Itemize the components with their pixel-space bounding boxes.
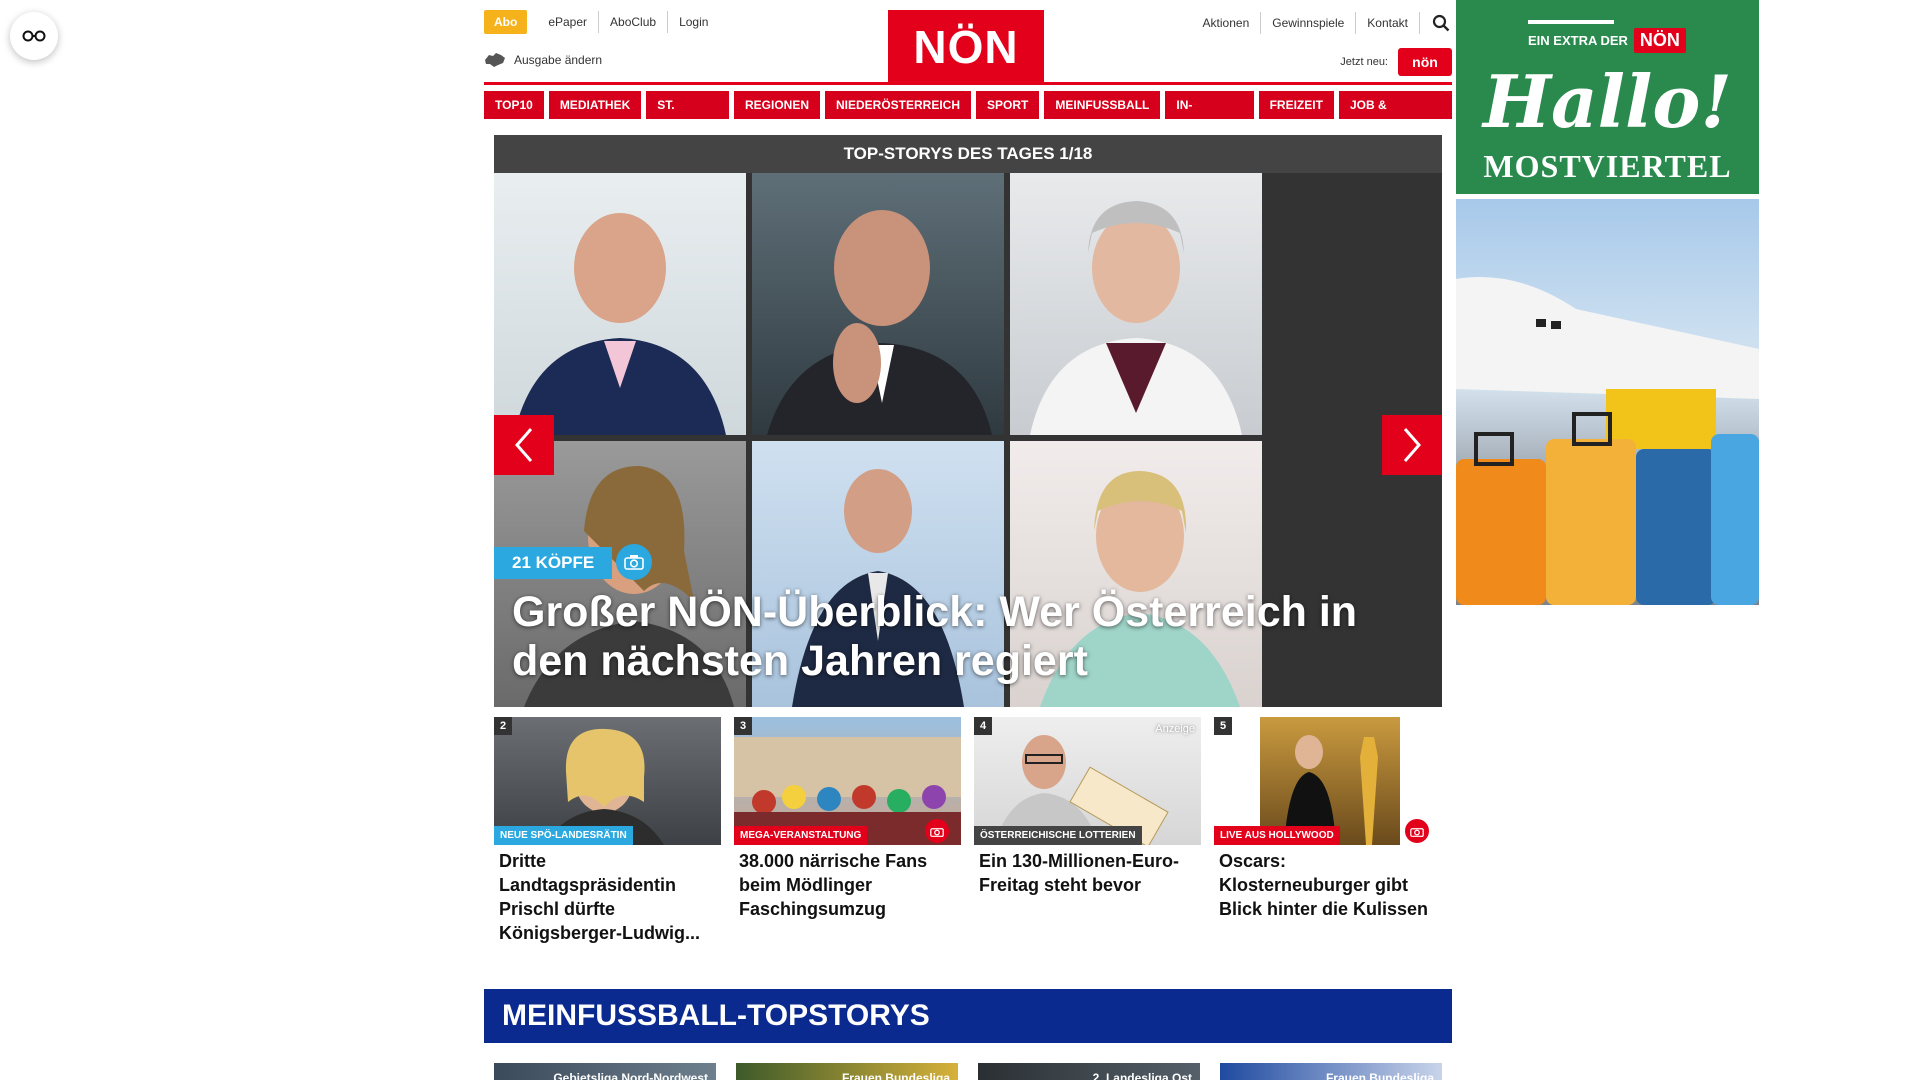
ad-noen-logo: NÖN [1633, 28, 1686, 53]
nav-regionen[interactable]: REGIONEN [733, 91, 820, 119]
nav-mediathek[interactable]: MEDIATHEK [548, 91, 642, 119]
teaser-title[interactable]: Ein 130-Millionen-Euro-Freitag steht bev… [974, 849, 1201, 897]
teaser-image: 4 Anzeige ÖSTERREICHISCHE LOTTERIEN [974, 717, 1201, 845]
search-button[interactable] [1430, 12, 1452, 34]
teaser-ad-label: Anzeige [1155, 723, 1195, 735]
nav-sport[interactable]: SPORT [976, 91, 1040, 119]
teaser-rank: 4 [974, 717, 992, 735]
chevron-left-icon [515, 428, 533, 462]
reader-mode-button[interactable] [10, 12, 58, 60]
teaser-card[interactable]: 2 NEUE SPÖ-LANDESRÄTIN Dritte Landtagspr… [494, 717, 721, 945]
page: Abo ePaper AboClub Login Ausgabe ändern … [0, 0, 1920, 1080]
meinfussball-card-label: 2. Landesliga Ost [1092, 1071, 1192, 1080]
hero-photo-2 [752, 173, 1004, 435]
meinfussball-card[interactable]: 2. Landesliga Ost [978, 1063, 1200, 1080]
map-austria-icon [485, 53, 505, 67]
gewinnspiele-link[interactable]: Gewinnspiele [1261, 12, 1357, 34]
noen-logo[interactable]: NÖN [888, 10, 1044, 84]
teaser-image: 5 LIVE AUS HOLLYWOOD [1214, 717, 1441, 845]
glasses-icon [22, 30, 46, 42]
camera-icon [1410, 827, 1424, 837]
teaser-gallery-indicator [1405, 819, 1429, 843]
nav-meinfussball[interactable]: MEINFUSSBALL [1044, 91, 1161, 119]
camera-icon [930, 827, 944, 837]
teaser-row: 2 NEUE SPÖ-LANDESRÄTIN Dritte Landtagspr… [494, 717, 1442, 945]
chevron-right-icon [1403, 428, 1421, 462]
main-column: Abo ePaper AboClub Login Ausgabe ändern … [484, 0, 1453, 1080]
carousel-next-button[interactable] [1382, 415, 1442, 475]
ad-region-text: MOSTVIERTEL [1483, 148, 1732, 184]
teaser-tag: MEGA-VERANSTALTUNG [734, 826, 868, 845]
camera-icon [624, 555, 644, 570]
nav-job-karriere[interactable]: JOB & KARRIERE [1338, 91, 1453, 140]
meinfussball-card-label: Gebietsliga Nord-Nordwest [553, 1071, 708, 1080]
teaser-card[interactable]: 3 MEGA-VERANSTALTUNG 38.000 närrische Fa… [734, 717, 961, 945]
login-link[interactable]: Login [668, 11, 719, 33]
kontakt-link[interactable]: Kontakt [1356, 12, 1420, 34]
teaser-rank: 2 [494, 717, 512, 735]
header-divider [484, 82, 1452, 85]
meinfussball-card[interactable]: Frauen Bundesliga [1220, 1063, 1442, 1080]
meinfussball-card-label: Frauen Bundesliga [841, 1071, 950, 1080]
meinfussball-card[interactable]: Gebietsliga Nord-Nordwest [494, 1063, 716, 1080]
teaser-rank: 5 [1214, 717, 1232, 735]
hero-gallery-indicator [616, 544, 652, 580]
teaser-tag: ÖSTERREICHISCHE LOTTERIEN [974, 826, 1142, 845]
nav-st-poelten[interactable]: ST. PÖLTEN [646, 91, 729, 140]
ad-airport-image [1456, 199, 1759, 605]
teaser-title[interactable]: Oscars: Klosterneuburger gibt Blick hint… [1214, 849, 1441, 921]
abo-button[interactable]: Abo [484, 10, 528, 34]
ausgabe-aendern-link[interactable]: Ausgabe ändern [484, 52, 602, 68]
epaper-link[interactable]: ePaper [537, 11, 600, 33]
nav-top10[interactable]: TOP10 [484, 91, 544, 119]
ad-extra-label: EIN EXTRA DER NÖN [1528, 28, 1686, 53]
teaser-tag: NEUE SPÖ-LANDESRÄTIN [494, 826, 633, 845]
teaser-title[interactable]: 38.000 närrische Fans beim Mödlinger Fas… [734, 849, 961, 921]
ad-extra-text: EIN EXTRA DER [1528, 33, 1628, 48]
nav-in-ausland[interactable]: IN-AUSLAND [1165, 91, 1254, 140]
right-utility-links: Aktionen Gewinnspiele Kontakt [1192, 12, 1452, 34]
meinfussball-card[interactable]: Frauen Bundesliga [736, 1063, 958, 1080]
teaser-gallery-indicator [925, 819, 949, 843]
nav-niederoesterreich[interactable]: NIEDERÖSTERREICH [825, 91, 972, 119]
hero-photo-3 [1010, 173, 1262, 435]
nav-freizeit[interactable]: FREIZEIT [1258, 91, 1334, 119]
teaser-tag: LIVE AUS HOLLYWOOD [1214, 826, 1340, 845]
search-icon [1432, 14, 1450, 32]
meinfussball-cards: Gebietsliga Nord-Nordwest Frauen Bundesl… [494, 1063, 1442, 1080]
carousel-prev-button[interactable] [494, 415, 554, 475]
teaser-image: 3 MEGA-VERANSTALTUNG [734, 717, 961, 845]
hero-title[interactable]: Großer NÖN-Überblick: Wer Österreich in … [512, 588, 1412, 686]
advertisement-banner[interactable]: EIN EXTRA DER NÖN Hallo! MOSTVIERTEL [1456, 0, 1759, 605]
teaser-image: 2 NEUE SPÖ-LANDESRÄTIN [494, 717, 721, 845]
aboclub-link[interactable]: AboClub [599, 11, 669, 33]
teaser-rank: 3 [734, 717, 752, 735]
jetzt-neu-label: Jetzt neu: [1340, 56, 1388, 68]
teaser-title[interactable]: Dritte Landtagspräsidentin Prischl dürft… [494, 849, 721, 945]
ad-hallo-text: Hallo! [1482, 59, 1732, 144]
aktionen-link[interactable]: Aktionen [1192, 12, 1262, 34]
hero-category-badge: 21 KÖPFE [494, 547, 613, 579]
top-stories-header: TOP-STORYS DES TAGES 1/18 [494, 135, 1442, 173]
ausgabe-label: Ausgabe ändern [514, 53, 603, 67]
ad-mostviertel: EIN EXTRA DER NÖN Hallo! MOSTVIERTEL [1456, 0, 1759, 194]
hero-photo-1 [494, 173, 746, 435]
meinfussball-card-label: Frauen Bundesliga [1325, 1071, 1434, 1080]
jetzt-neu: Jetzt neu: nön [1340, 48, 1452, 76]
teaser-card[interactable]: 4 Anzeige ÖSTERREICHISCHE LOTTERIEN Ein … [974, 717, 1201, 945]
meinfussball-header[interactable]: MEINFUSSBALL-TOPSTORYS [484, 989, 1452, 1043]
hero-story[interactable]: 21 KÖPFE Großer NÖN-Überblick: Wer Öster… [494, 173, 1442, 707]
main-navigation: TOP10 MEDIATHEK ST. PÖLTEN REGIONEN NIED… [484, 91, 1453, 140]
teaser-card[interactable]: 5 LIVE AUS HOLLYWOOD Oscars: Klosterneub… [1214, 717, 1441, 945]
jetzt-neu-tile[interactable]: nön [1398, 48, 1452, 76]
top-utility-bar: Abo ePaper AboClub Login [484, 10, 719, 34]
